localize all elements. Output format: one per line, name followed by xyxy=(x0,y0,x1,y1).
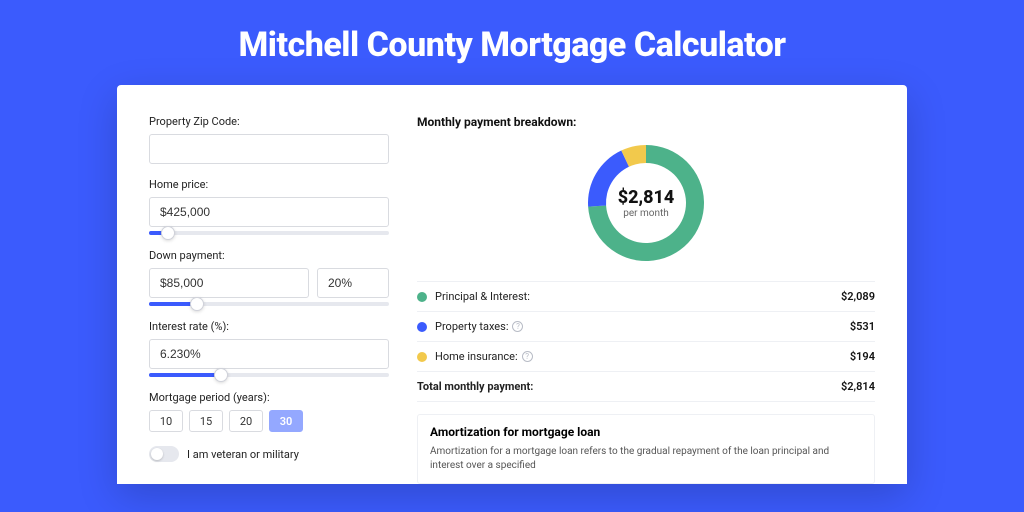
down-payment-pct-input[interactable] xyxy=(317,268,389,298)
interest-input[interactable] xyxy=(149,339,389,369)
legend-row: Home insurance: ?$194 xyxy=(417,342,875,372)
donut-sublabel: per month xyxy=(618,208,675,219)
down-payment-slider[interactable] xyxy=(149,302,389,306)
period-options: 10 15 20 30 xyxy=(149,410,389,432)
home-price-label: Home price: xyxy=(149,178,389,191)
veteran-row: I am veteran or military xyxy=(149,446,389,462)
breakdown-title: Monthly payment breakdown: xyxy=(417,115,875,129)
slider-thumb[interactable] xyxy=(190,297,204,311)
calculator-card: Property Zip Code: Home price: Down paym… xyxy=(117,85,907,484)
legend-value: $531 xyxy=(850,320,875,333)
donut-chart: $2,814 per month xyxy=(417,139,875,267)
slider-thumb[interactable] xyxy=(161,226,175,240)
form-column: Property Zip Code: Home price: Down paym… xyxy=(149,115,389,484)
interest-label: Interest rate (%): xyxy=(149,320,389,333)
down-payment-label: Down payment: xyxy=(149,249,389,262)
legend-value: $2,089 xyxy=(841,290,875,303)
amortization-text: Amortization for a mortgage loan refers … xyxy=(430,445,862,473)
legend-row: Principal & Interest:$2,089 xyxy=(417,282,875,312)
donut-amount: $2,814 xyxy=(618,187,675,208)
info-icon[interactable]: ? xyxy=(522,351,533,362)
legend-total-row: Total monthly payment:$2,814 xyxy=(417,372,875,402)
period-label: Mortgage period (years): xyxy=(149,391,389,404)
home-price-input[interactable] xyxy=(149,197,389,227)
veteran-label: I am veteran or military xyxy=(187,448,299,461)
period-btn-10[interactable]: 10 xyxy=(149,410,183,432)
legend: Principal & Interest:$2,089Property taxe… xyxy=(417,281,875,402)
period-btn-30[interactable]: 30 xyxy=(269,410,303,432)
legend-swatch xyxy=(417,352,427,362)
zip-label: Property Zip Code: xyxy=(149,115,389,128)
veteran-toggle[interactable] xyxy=(149,446,179,462)
home-price-slider[interactable] xyxy=(149,231,389,235)
interest-slider[interactable] xyxy=(149,373,389,377)
page-title: Mitchell County Mortgage Calculator xyxy=(0,0,1024,85)
slider-thumb[interactable] xyxy=(214,368,228,382)
legend-row: Property taxes: ?$531 xyxy=(417,312,875,342)
legend-label: Principal & Interest: xyxy=(435,290,841,303)
breakdown-column: Monthly payment breakdown: $2,814 per mo… xyxy=(417,115,875,484)
period-btn-15[interactable]: 15 xyxy=(189,410,223,432)
legend-swatch xyxy=(417,322,427,332)
legend-total-label: Total monthly payment: xyxy=(417,380,841,393)
home-price-field: Home price: xyxy=(149,178,389,235)
down-payment-input[interactable] xyxy=(149,268,309,298)
period-field: Mortgage period (years): 10 15 20 30 xyxy=(149,391,389,432)
interest-field: Interest rate (%): xyxy=(149,320,389,377)
down-payment-field: Down payment: xyxy=(149,249,389,306)
legend-value: $194 xyxy=(850,350,875,363)
legend-label: Home insurance: ? xyxy=(435,350,850,363)
info-icon[interactable]: ? xyxy=(512,321,523,332)
legend-total-value: $2,814 xyxy=(841,380,875,393)
legend-label: Property taxes: ? xyxy=(435,320,850,333)
period-btn-20[interactable]: 20 xyxy=(229,410,263,432)
zip-field: Property Zip Code: xyxy=(149,115,389,164)
donut-center: $2,814 per month xyxy=(618,187,675,219)
zip-input[interactable] xyxy=(149,134,389,164)
legend-swatch xyxy=(417,292,427,302)
amortization-box: Amortization for mortgage loan Amortizat… xyxy=(417,414,875,484)
amortization-title: Amortization for mortgage loan xyxy=(430,425,862,439)
